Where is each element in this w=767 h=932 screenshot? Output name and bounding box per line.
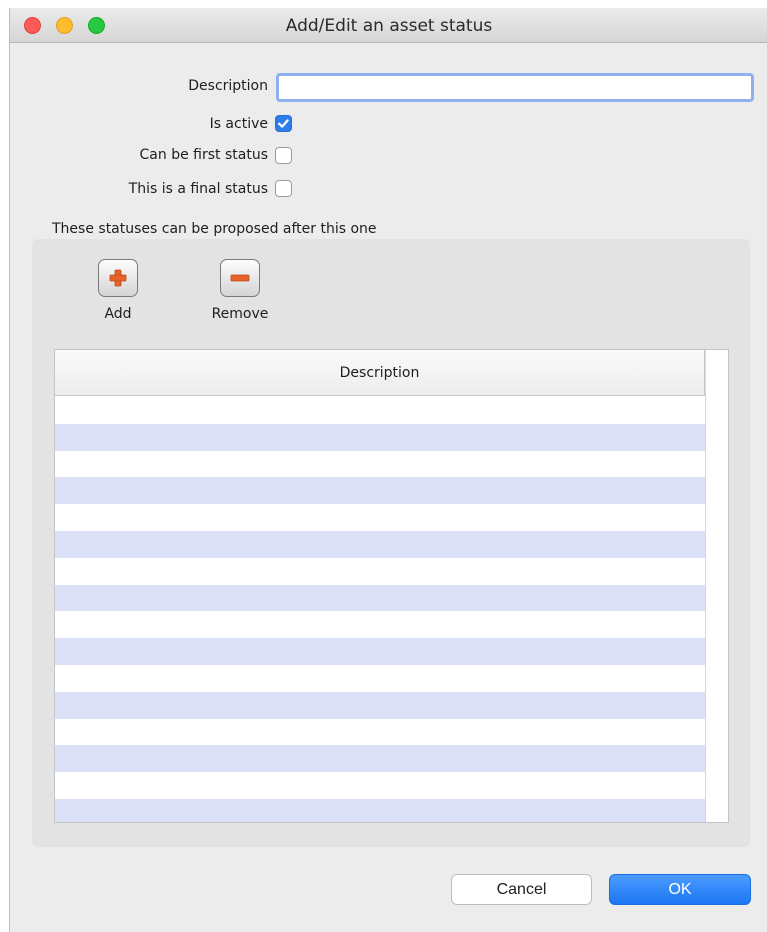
table-row[interactable]	[55, 530, 705, 558]
final-status-label: This is a final status	[128, 181, 268, 197]
cancel-button[interactable]: Cancel	[451, 874, 592, 905]
table-scrollbar[interactable]	[705, 350, 728, 822]
table-row[interactable]	[55, 798, 705, 822]
title-bar: Add/Edit an asset status	[10, 8, 767, 43]
table-row[interactable]	[55, 772, 705, 799]
table-row[interactable]	[55, 423, 705, 451]
remove-button[interactable]	[220, 259, 260, 297]
table-row[interactable]	[55, 745, 705, 773]
is-active-checkbox[interactable]	[275, 115, 292, 132]
table-row[interactable]	[55, 664, 705, 692]
remove-label: Remove	[211, 306, 269, 322]
table-row[interactable]	[55, 718, 705, 746]
description-input[interactable]	[276, 73, 754, 102]
add-label: Add	[104, 306, 132, 322]
table-row[interactable]	[55, 584, 705, 612]
description-label: Description	[188, 78, 268, 94]
proposed-statuses-label: These statuses can be proposed after thi…	[52, 221, 377, 237]
final-status-checkbox[interactable]	[275, 180, 292, 197]
ok-button[interactable]: OK	[609, 874, 751, 905]
add-button[interactable]	[98, 259, 138, 297]
minus-icon	[230, 268, 250, 288]
table-body	[55, 397, 705, 822]
column-header-description[interactable]: Description	[55, 350, 705, 396]
can-be-first-status-checkbox[interactable]	[275, 147, 292, 164]
dialog-window: Add/Edit an asset status Description Is …	[9, 8, 767, 932]
table-row[interactable]	[55, 557, 705, 585]
plus-icon	[108, 268, 128, 288]
window-title: Add/Edit an asset status	[285, 16, 493, 36]
table-row[interactable]	[55, 611, 705, 639]
proposed-statuses-table[interactable]: Description	[54, 349, 729, 823]
checkmark-icon	[278, 119, 289, 128]
table-row[interactable]	[55, 397, 705, 424]
table-row[interactable]	[55, 691, 705, 719]
is-active-label: Is active	[209, 116, 268, 132]
table-row[interactable]	[55, 450, 705, 478]
table-row[interactable]	[55, 638, 705, 665]
can-be-first-status-label: Can be first status	[139, 147, 268, 163]
table-row[interactable]	[55, 477, 705, 505]
table-row[interactable]	[55, 504, 705, 531]
